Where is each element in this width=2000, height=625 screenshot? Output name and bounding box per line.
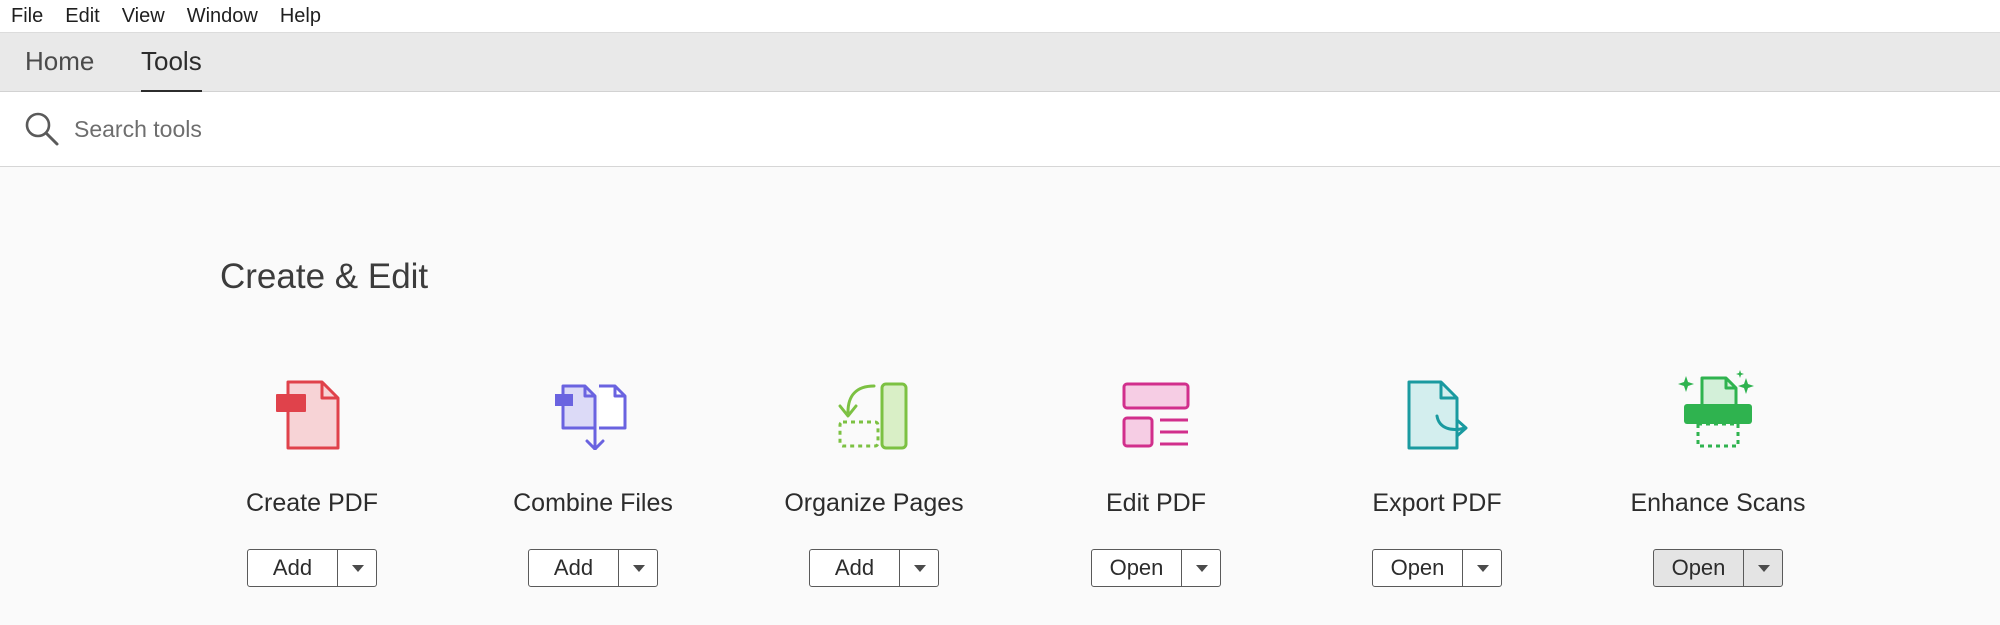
tab-home[interactable]: Home — [25, 33, 94, 92]
tool-action-split-button: Open — [1372, 549, 1502, 587]
chevron-down-icon[interactable] — [338, 550, 376, 586]
tool-name: Enhance Scans — [1630, 489, 1806, 517]
chevron-down-icon[interactable] — [1463, 550, 1501, 586]
search-bar — [0, 92, 2000, 167]
add-button[interactable]: Add — [248, 550, 338, 586]
menu-view[interactable]: View — [111, 0, 176, 33]
open-button[interactable]: Open — [1092, 550, 1182, 586]
enhance-scans-icon — [1678, 370, 1754, 448]
chevron-down-icon[interactable] — [900, 550, 938, 586]
export-pdf-icon — [1407, 380, 1468, 450]
tool-action-split-button: Add — [247, 549, 377, 587]
tool-card-combine-files[interactable]: Combine Files Add — [473, 370, 713, 595]
menu-help[interactable]: Help — [269, 0, 332, 33]
tool-card-create-pdf[interactable]: Create PDF Add — [192, 370, 432, 595]
section-title: Create & Edit — [220, 257, 429, 296]
tool-name: Edit PDF — [1105, 489, 1207, 517]
tool-card-export-pdf[interactable]: Export PDF Open — [1317, 370, 1557, 595]
search-icon — [25, 112, 59, 146]
tool-card-organize-pages[interactable]: Organize Pages Add — [754, 370, 994, 595]
create-pdf-icon — [276, 380, 340, 450]
search-input[interactable] — [74, 110, 774, 148]
menu-bar: File Edit View Window Help — [0, 0, 2000, 33]
tool-action-split-button: Open — [1653, 549, 1783, 587]
organize-pages-icon — [838, 382, 908, 450]
tool-action-split-button: Add — [809, 549, 939, 587]
open-button[interactable]: Open — [1654, 550, 1744, 586]
tool-action-split-button: Add — [528, 549, 658, 587]
chevron-down-icon[interactable] — [1744, 550, 1782, 586]
combine-files-icon — [555, 384, 627, 450]
menu-window[interactable]: Window — [176, 0, 269, 33]
tool-name: Combine Files — [513, 489, 673, 517]
tool-name: Create PDF — [246, 489, 378, 517]
menu-edit[interactable]: Edit — [54, 0, 110, 33]
tool-name: Export PDF — [1372, 489, 1502, 517]
tab-tools[interactable]: Tools — [141, 33, 202, 93]
add-button[interactable]: Add — [529, 550, 619, 586]
tool-name: Organize Pages — [784, 489, 964, 517]
add-button[interactable]: Add — [810, 550, 900, 586]
edit-pdf-icon — [1122, 382, 1190, 448]
open-button[interactable]: Open — [1373, 550, 1463, 586]
tab-bar: Home Tools — [0, 33, 2000, 93]
chevron-down-icon[interactable] — [619, 550, 657, 586]
chevron-down-icon[interactable] — [1182, 550, 1220, 586]
tool-card-enhance-scans[interactable]: Enhance Scans Open — [1598, 370, 1838, 595]
tool-action-split-button: Open — [1091, 549, 1221, 587]
menu-file[interactable]: File — [0, 0, 54, 33]
tool-card-edit-pdf[interactable]: Edit PDF Open — [1036, 370, 1276, 595]
